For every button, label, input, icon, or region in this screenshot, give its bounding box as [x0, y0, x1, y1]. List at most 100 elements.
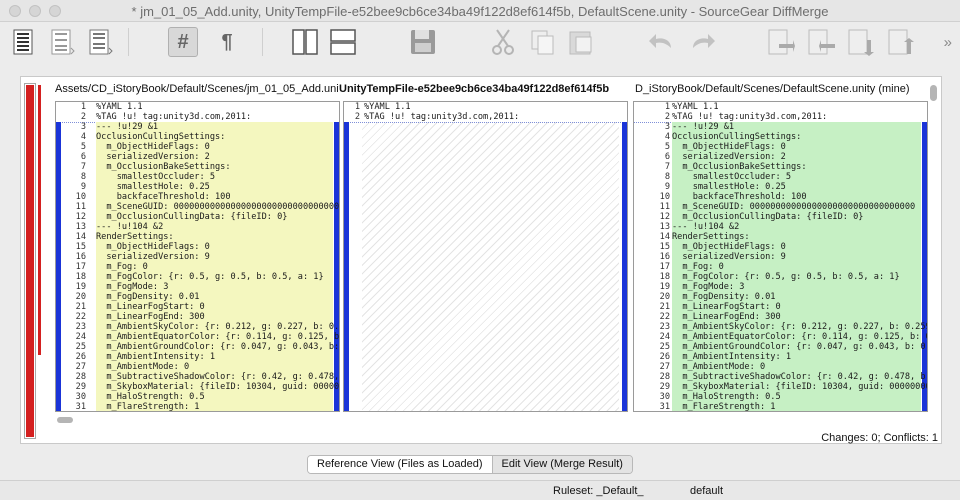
edit-view-tab[interactable]: Edit View (Merge Result): [491, 456, 632, 473]
code-line[interactable]: m_SubtractiveShadowColor: {r: 0.42, g: 0…: [96, 372, 339, 382]
code-line[interactable]: RenderSettings:: [96, 232, 333, 242]
code-line[interactable]: m_ObjectHideFlags: 0: [96, 242, 333, 252]
vertical-layout-button[interactable]: [290, 27, 320, 57]
code-line[interactable]: m_HaloStrength: 0.5: [672, 392, 921, 402]
code-line[interactable]: %YAML 1.1: [364, 102, 621, 112]
code-line[interactable]: m_SceneGUID: 000000000000000000000000000…: [672, 202, 921, 212]
conflict-overview-strip[interactable]: [24, 83, 36, 439]
code-line[interactable]: m_SkyboxMaterial: {fileID: 10304, guid: …: [672, 382, 927, 392]
code-line[interactable]: m_HaloStrength: 0.5: [96, 392, 333, 402]
code-line[interactable]: m_Fog: 0: [672, 262, 921, 272]
reference-view-tab[interactable]: Reference View (Files as Loaded): [308, 456, 492, 473]
show-context-button[interactable]: [86, 27, 116, 57]
show-whitespace-button[interactable]: ¶: [212, 27, 242, 57]
code-line[interactable]: m_LinearFogEnd: 300: [672, 312, 921, 322]
code-line[interactable]: smallestOccluder: 5: [96, 172, 333, 182]
previous-change-button[interactable]: [766, 27, 796, 57]
code-line[interactable]: m_AmbientEquatorColor: {r: 0.114, g: 0.1…: [672, 332, 927, 342]
vertical-scroll-thumb[interactable]: [930, 85, 937, 101]
code-line[interactable]: m_AmbientSkyColor: {r: 0.212, g: 0.227, …: [672, 322, 927, 332]
code-line[interactable]: m_ObjectHideFlags: 0: [672, 142, 921, 152]
undo-button[interactable]: [646, 27, 676, 57]
next-change-button[interactable]: [806, 27, 836, 57]
center-file-pane[interactable]: 1 %YAML 1.1 2 %TAG !u! tag:unity3d.com,2011…: [343, 101, 628, 412]
horizontal-scrollbar[interactable]: [55, 416, 927, 424]
code-line[interactable]: m_FlareStrength: 1: [96, 402, 333, 411]
code-line[interactable]: m_LinearFogStart: 0: [672, 302, 921, 312]
code-line[interactable]: %YAML 1.1: [672, 102, 921, 112]
code-line[interactable]: RenderSettings:: [672, 232, 921, 242]
code-line[interactable]: m_ObjectHideFlags: 0: [672, 242, 921, 252]
code-line[interactable]: m_LinearFogStart: 0: [96, 302, 333, 312]
line-number: 27: [659, 362, 670, 372]
line-numbers-button[interactable]: #: [168, 27, 198, 57]
code-line[interactable]: m_SubtractiveShadowColor: {r: 0.42, g: 0…: [672, 372, 927, 382]
cut-button[interactable]: [488, 27, 518, 57]
code-line[interactable]: m_Fog: 0: [96, 262, 333, 272]
code-line[interactable]: serializedVersion: 2: [672, 152, 921, 162]
code-line[interactable]: m_AmbientIntensity: 1: [672, 352, 921, 362]
stacked-layout-icon: [330, 29, 356, 55]
code-line[interactable]: m_AmbientGroundColor: {r: 0.047, g: 0.04…: [672, 342, 927, 352]
redo-button[interactable]: [688, 27, 718, 57]
horizontal-scroll-thumb[interactable]: [57, 417, 73, 423]
paste-button[interactable]: [566, 27, 596, 57]
left-file-path: Assets/CD_iStoryBook/Default/Scenes/jm_0…: [55, 83, 339, 95]
code-line[interactable]: m_FogMode: 3: [672, 282, 921, 292]
vertical-scrollbar[interactable]: [930, 83, 938, 418]
code-line[interactable]: m_AmbientIntensity: 1: [96, 352, 333, 362]
code-line[interactable]: --- !u!29 &1: [96, 122, 333, 132]
show-all-lines-button[interactable]: [10, 27, 40, 57]
toolbar: # ¶ »: [0, 22, 960, 66]
code-line[interactable]: m_FogMode: 3: [96, 282, 333, 292]
code-line[interactable]: smallestHole: 0.25: [96, 182, 333, 192]
code-line[interactable]: m_FogDensity: 0.01: [96, 292, 333, 302]
code-line[interactable]: m_FogDensity: 0.01: [672, 292, 921, 302]
code-line[interactable]: m_OcclusionCullingData: {fileID: 0}: [672, 212, 921, 222]
code-line[interactable]: m_OcclusionBakeSettings:: [96, 162, 333, 172]
code-line[interactable]: m_FlareStrength: 1: [672, 402, 921, 411]
code-line[interactable]: m_AmbientEquatorColor: {r: 0.114, g: 0.1…: [96, 332, 339, 342]
floppy-disk-icon: [411, 30, 435, 54]
code-line[interactable]: %TAG !u! tag:unity3d.com,2011:: [364, 112, 621, 122]
code-line[interactable]: m_AmbientGroundColor: {r: 0.047, g: 0.04…: [96, 342, 339, 352]
code-line[interactable]: m_FogColor: {r: 0.5, g: 0.5, b: 0.5, a: …: [672, 272, 921, 282]
toolbar-overflow-icon[interactable]: »: [944, 34, 952, 51]
line-number: 25: [659, 342, 670, 352]
code-line[interactable]: serializedVersion: 9: [672, 252, 921, 262]
code-line[interactable]: m_FogColor: {r: 0.5, g: 0.5, b: 0.5, a: …: [96, 272, 333, 282]
code-line[interactable]: serializedVersion: 9: [96, 252, 333, 262]
code-line[interactable]: m_SceneGUID: 000000000000000000000000000…: [96, 202, 339, 212]
line-number: 10: [659, 192, 670, 202]
code-line[interactable]: OcclusionCullingSettings:: [672, 132, 921, 142]
code-line[interactable]: --- !u!29 &1: [672, 122, 921, 132]
code-line[interactable]: backfaceThreshold: 100: [96, 192, 333, 202]
code-line[interactable]: m_SkyboxMaterial: {fileID: 10304, guid: …: [96, 382, 339, 392]
previous-conflict-button[interactable]: [886, 27, 916, 57]
code-line[interactable]: smallestOccluder: 5: [672, 172, 921, 182]
code-line[interactable]: %TAG !u! tag:unity3d.com,2011:: [96, 112, 333, 122]
code-line[interactable]: m_OcclusionCullingData: {fileID: 0}: [96, 212, 333, 222]
line-number: 7: [80, 162, 86, 172]
show-changes-only-button[interactable]: [48, 27, 78, 57]
code-line[interactable]: smallestHole: 0.25: [672, 182, 921, 192]
horizontal-layout-button[interactable]: [328, 27, 358, 57]
code-line[interactable]: %TAG !u! tag:unity3d.com,2011:: [672, 112, 921, 122]
code-line[interactable]: OcclusionCullingSettings:: [96, 132, 333, 142]
code-line[interactable]: m_AmbientMode: 0: [672, 362, 921, 372]
code-line[interactable]: m_LinearFogEnd: 300: [96, 312, 333, 322]
right-file-pane[interactable]: 1 %YAML 1.1 2 %TAG !u! tag:unity3d.com,2011…: [633, 101, 928, 412]
code-line[interactable]: serializedVersion: 2: [96, 152, 333, 162]
next-conflict-button[interactable]: [846, 27, 876, 57]
code-line[interactable]: --- !u!104 &2: [672, 222, 921, 232]
save-button[interactable]: [408, 27, 438, 57]
code-line[interactable]: m_AmbientMode: 0: [96, 362, 333, 372]
code-line[interactable]: m_AmbientSkyColor: {r: 0.212, g: 0.227, …: [96, 322, 339, 332]
code-line[interactable]: backfaceThreshold: 100: [672, 192, 921, 202]
copy-button[interactable]: [528, 27, 558, 57]
code-line[interactable]: %YAML 1.1: [96, 102, 333, 112]
code-line[interactable]: m_OcclusionBakeSettings:: [672, 162, 921, 172]
left-file-pane[interactable]: 1 %YAML 1.1 2 %TAG !u! tag:unity3d.com,2011…: [55, 101, 340, 412]
code-line[interactable]: m_ObjectHideFlags: 0: [96, 142, 333, 152]
code-line[interactable]: --- !u!104 &2: [96, 222, 333, 232]
